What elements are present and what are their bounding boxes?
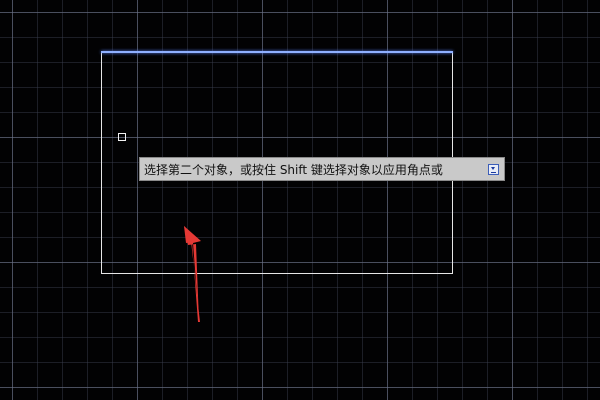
selected-edge-highlight: [101, 51, 453, 53]
pickbox-cursor: [118, 133, 126, 141]
drawing-canvas[interactable]: 选择第二个对象，或按住 Shift 键选择对象以应用角点或: [0, 0, 600, 400]
dynamic-input-prompt: 选择第二个对象，或按住 Shift 键选择对象以应用角点或: [139, 157, 505, 181]
prompt-text: 选择第二个对象，或按住 Shift 键选择对象以应用角点或: [144, 162, 443, 177]
dropdown-arrow-icon[interactable]: [488, 163, 499, 175]
